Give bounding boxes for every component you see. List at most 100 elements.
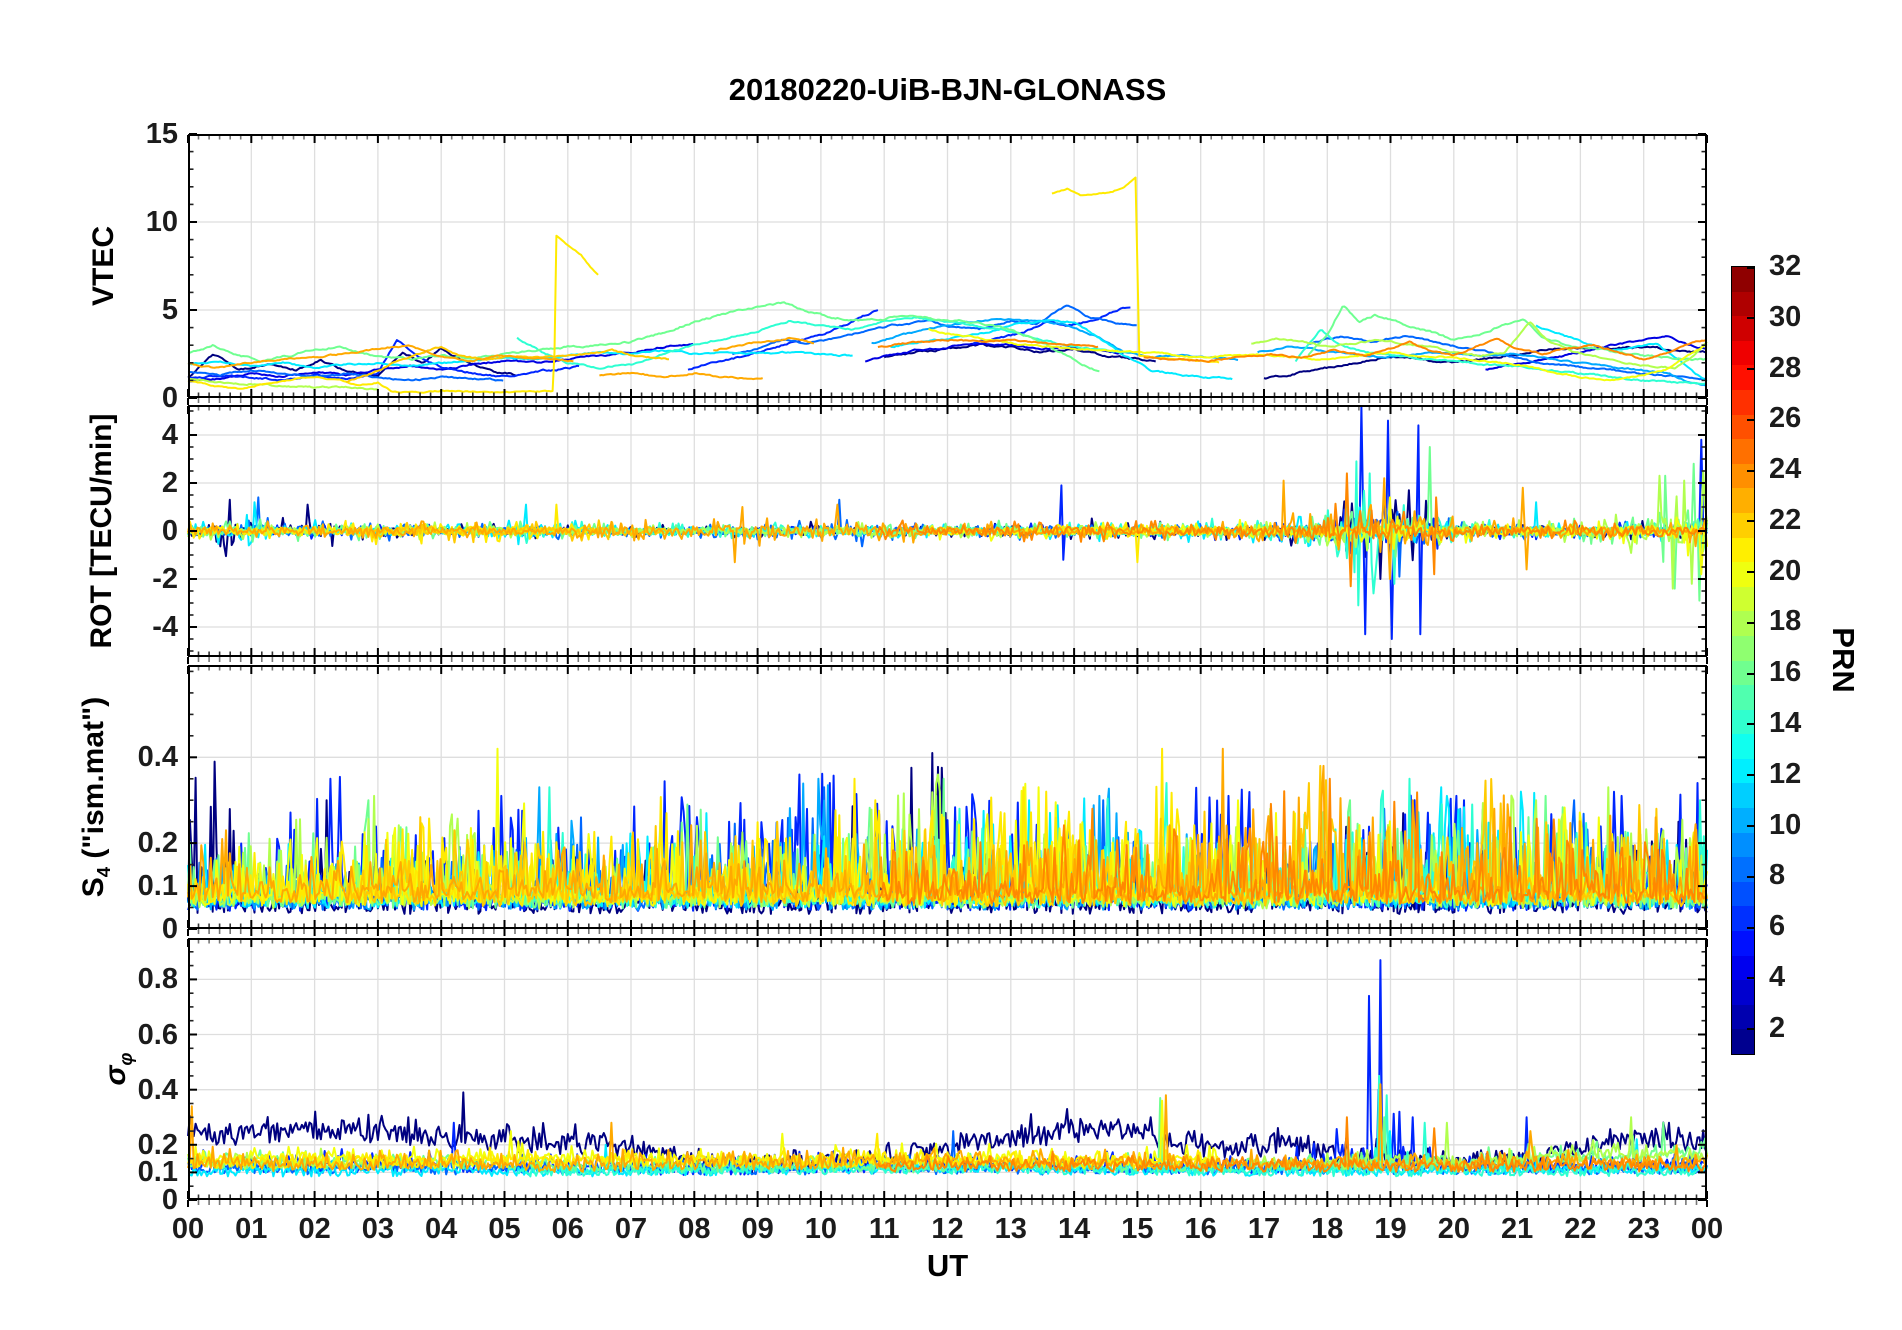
colorbar-tick-label: 12 xyxy=(1769,757,1802,790)
colorbar-segment xyxy=(1732,832,1754,858)
y-tick-label: 15 xyxy=(145,118,178,150)
colorbar-segment xyxy=(1732,857,1754,882)
panel-rot xyxy=(187,405,1708,664)
colorbar-tick xyxy=(1747,520,1754,523)
colorbar-segment xyxy=(1732,340,1754,366)
colorbar-segment xyxy=(1732,783,1754,809)
y-axis-label-s4: S4 ("ism.mat") xyxy=(77,696,114,898)
colorbar-segment xyxy=(1732,881,1754,907)
colorbar-segment xyxy=(1732,1029,1754,1054)
colorbar-segment xyxy=(1732,758,1754,784)
x-tick-label: 15 xyxy=(1121,1213,1154,1245)
x-tick-label: 09 xyxy=(741,1213,774,1245)
x-tick-label: 16 xyxy=(1184,1213,1217,1245)
colorbar-segment xyxy=(1732,463,1754,489)
x-tick-label: 19 xyxy=(1374,1213,1407,1245)
y-axis-label-sigmaphi: σφ xyxy=(99,1052,136,1086)
y-tick-label: 0.6 xyxy=(137,1018,178,1051)
colorbar-gradient xyxy=(1731,266,1755,1055)
panel-sigmaphi xyxy=(187,938,1708,1207)
colorbar-segment xyxy=(1732,685,1754,710)
colorbar-tick-label: 26 xyxy=(1769,402,1802,435)
colorbar-segment xyxy=(1732,267,1754,292)
x-tick-label: 01 xyxy=(235,1213,268,1245)
x-tick-label: 06 xyxy=(551,1213,584,1245)
x-tick-label: 22 xyxy=(1564,1213,1597,1245)
colorbar-tick xyxy=(1747,317,1754,320)
colorbar-segment xyxy=(1732,709,1754,735)
y-axis-label-rot: ROT [TECU/min] xyxy=(85,413,118,649)
colorbar-segment xyxy=(1732,734,1754,759)
panel-vtec xyxy=(187,133,1708,405)
colorbar-segment xyxy=(1732,537,1754,563)
colorbar-segment xyxy=(1732,1004,1754,1030)
colorbar-segment xyxy=(1732,931,1754,956)
colorbar-tick xyxy=(1747,825,1754,828)
colorbar-tick-label: 18 xyxy=(1769,605,1802,638)
colorbar-tick xyxy=(1747,368,1754,371)
colorbar-tick-label: 20 xyxy=(1769,554,1802,587)
colorbar-tick-label: 32 xyxy=(1769,250,1802,282)
colorbar-tick-label: 30 xyxy=(1769,300,1802,333)
colorbar-tick xyxy=(1747,977,1754,980)
colorbar-tick-label: 16 xyxy=(1769,656,1802,689)
colorbar-tick xyxy=(1747,774,1754,777)
colorbar-tick-label: 2 xyxy=(1769,1011,1786,1044)
y-axis-label-vtec: VTEC xyxy=(87,225,120,307)
colorbar-tick-label: 24 xyxy=(1769,453,1802,486)
x-tick-label: 03 xyxy=(361,1213,394,1245)
x-axis-label: UT xyxy=(926,1248,969,1283)
colorbar-segment xyxy=(1732,808,1754,833)
y-tick-label: 0.8 xyxy=(137,963,178,996)
colorbar-segment xyxy=(1732,980,1754,1005)
x-tick-label: 14 xyxy=(1057,1213,1091,1245)
y-tick-label: 0 xyxy=(161,382,178,414)
x-tick-label: 18 xyxy=(1311,1213,1344,1245)
colorbar-tick-label: 6 xyxy=(1769,910,1786,943)
colorbar-tick xyxy=(1747,266,1754,269)
chart-title: 20180220-UiB-BJN-GLONASS xyxy=(728,72,1167,107)
colorbar-label: PRN xyxy=(1826,627,1861,693)
y-tick-label: 0 xyxy=(161,913,178,945)
colorbar-segment xyxy=(1732,488,1754,513)
colorbar-tick xyxy=(1747,723,1754,726)
x-tick-label: 04 xyxy=(425,1213,458,1245)
x-tick-label: 13 xyxy=(994,1213,1027,1245)
x-tick-label: 10 xyxy=(804,1213,838,1245)
x-tick-label: 21 xyxy=(1500,1213,1534,1245)
colorbar-tick xyxy=(1747,621,1754,624)
x-tick-label: 07 xyxy=(614,1213,648,1245)
colorbar-tick xyxy=(1747,926,1754,929)
colorbar-segment xyxy=(1732,439,1754,464)
x-tick-label: 12 xyxy=(931,1213,964,1245)
colorbar-segment xyxy=(1732,291,1754,317)
colorbar-tick-label: 10 xyxy=(1769,808,1802,841)
colorbar-segment xyxy=(1732,512,1754,538)
colorbar-tick xyxy=(1747,571,1754,574)
x-tick-label: 08 xyxy=(678,1213,711,1245)
colorbar-segment xyxy=(1732,389,1754,415)
colorbar-segment xyxy=(1732,316,1754,341)
colorbar-tick xyxy=(1747,469,1754,472)
colorbar-tick-label: 22 xyxy=(1769,503,1802,536)
figure-canvas: { "title": "20180220-UiB-BJN-GLONASS", "… xyxy=(0,0,1902,1330)
colorbar-tick-label: 14 xyxy=(1769,706,1802,739)
colorbar-segment xyxy=(1732,635,1754,661)
x-tick-label: 00 xyxy=(1690,1213,1724,1245)
x-tick-label: 23 xyxy=(1627,1213,1660,1245)
colorbar-tick-label: 28 xyxy=(1769,351,1802,384)
colorbar-tick xyxy=(1747,875,1754,878)
x-tick-label: 05 xyxy=(488,1213,521,1245)
colorbar-segment xyxy=(1732,586,1754,612)
colorbar-tick-label: 8 xyxy=(1769,859,1786,892)
colorbar-tick xyxy=(1747,418,1754,421)
x-tick-label: 02 xyxy=(298,1213,331,1245)
panel-s4 xyxy=(187,665,1708,936)
colorbar-tick xyxy=(1747,672,1754,675)
x-tick-label: 11 xyxy=(868,1213,900,1245)
colorbar-tick-label: 4 xyxy=(1769,960,1786,993)
x-tick-label: 00 xyxy=(171,1213,205,1245)
x-tick-label: 20 xyxy=(1437,1213,1470,1245)
colorbar-tick xyxy=(1747,1028,1754,1031)
colorbar-segment xyxy=(1732,562,1754,587)
